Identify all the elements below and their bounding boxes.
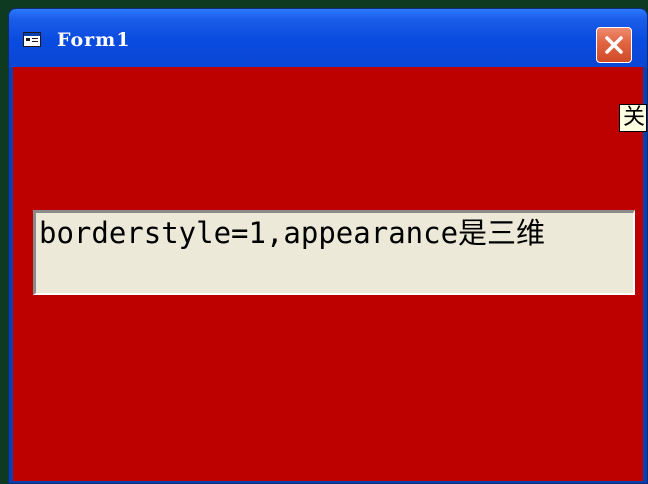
partial-label: 关 xyxy=(619,104,647,132)
desktop: Form1 关 borderstyle=1,appearance是三维 xyxy=(0,0,648,484)
text-box[interactable]: borderstyle=1,appearance是三维 xyxy=(33,210,635,295)
window-title: Form1 xyxy=(57,29,131,51)
close-button[interactable] xyxy=(596,27,632,63)
form-icon[interactable] xyxy=(23,32,41,47)
title-bar[interactable]: Form1 xyxy=(9,9,647,67)
close-icon xyxy=(605,36,623,54)
